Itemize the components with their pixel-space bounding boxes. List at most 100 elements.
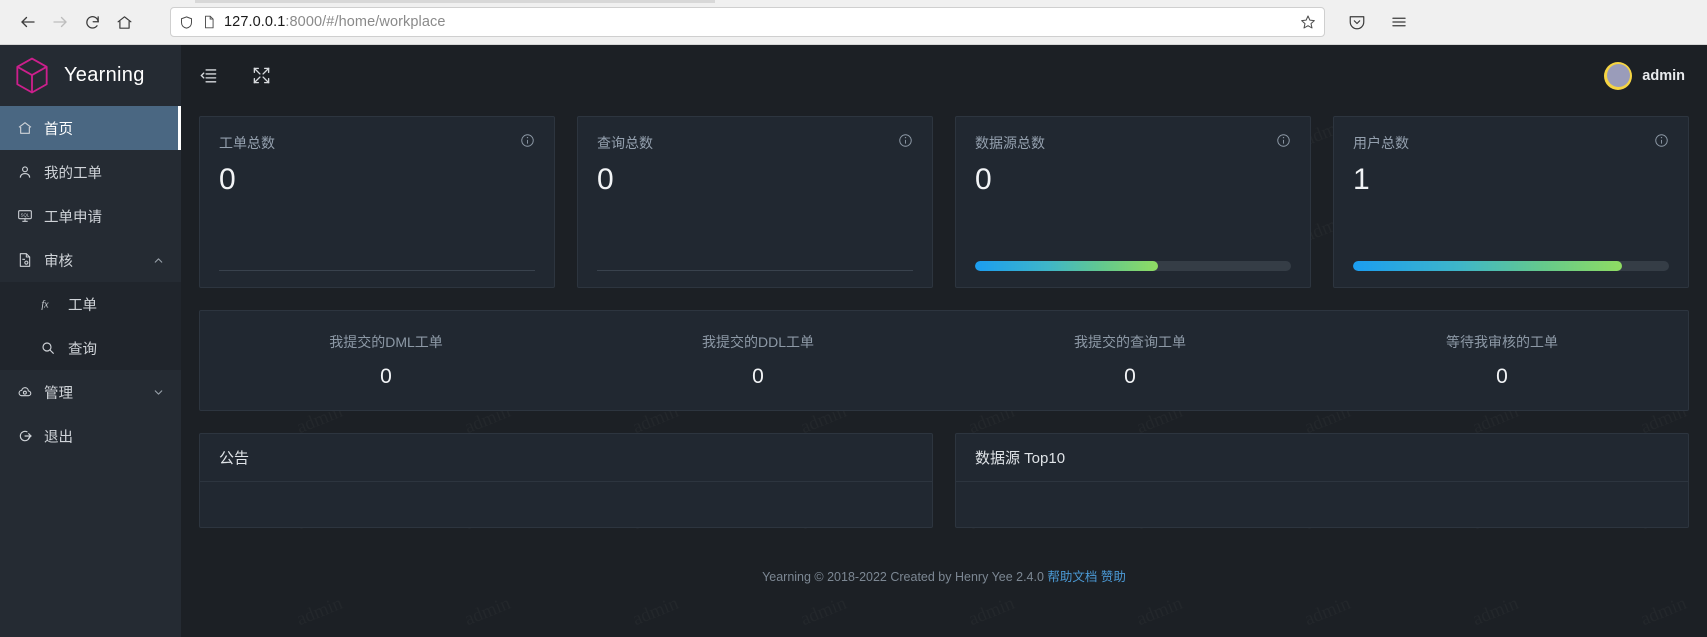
info-circle-icon[interactable] [1276,133,1291,148]
shield-icon [179,15,194,30]
counter-value: 0 [752,365,764,388]
sidebar-item-my-orders[interactable]: 我的工单 [0,150,181,194]
hamburger-menu-icon[interactable] [1383,6,1415,38]
svg-text:SQL: SQL [21,212,30,217]
panel-row: 公告 数据源 Top10 [199,433,1689,528]
page-icon [202,15,216,29]
panel-title: 公告 [200,434,932,482]
footer: Yearning © 2018-2022 Created by Henry Ye… [199,528,1689,585]
counter-label: 我提交的DML工单 [329,334,443,350]
forward-arrow-icon [44,6,76,38]
stat-card-header: 用户总数 [1353,133,1669,153]
counter-label: 等待我审核的工单 [1446,334,1558,350]
stat-title: 用户总数 [1353,135,1409,151]
cloud-gear-icon [17,384,33,400]
sidebar-item-order-apply[interactable]: SQL 工单申请 [0,194,181,238]
sidebar-item-audit-query[interactable]: 查询 [0,326,181,370]
stat-title: 查询总数 [597,135,653,151]
back-arrow-icon[interactable] [12,6,44,38]
counter-ddl-orders: 我提交的DDL工单 0 [572,332,944,389]
stat-card-footer [975,261,1291,287]
svg-text:fx: fx [41,299,49,310]
home-icon[interactable] [108,6,140,38]
pocket-icon[interactable] [1341,6,1373,38]
progress-bar-users [1353,261,1669,271]
user-name: admin [1642,67,1685,84]
app-root: adminadminadminadminadminadminadminadmin… [0,45,1707,637]
footer-link-sponsor[interactable]: 赞助 [1101,570,1126,584]
counter-label: 我提交的DDL工单 [701,334,814,350]
sidebar-item-label: 工单 [68,297,97,314]
info-circle-icon[interactable] [520,133,535,148]
counter-value: 0 [1496,365,1508,388]
stat-card-total-users: 用户总数 1 [1333,116,1689,288]
browser-chrome: 127.0.0.1:8000/#/home/workplace [0,0,1707,45]
progress-fill [975,261,1159,271]
divider [219,270,535,271]
sidebar-item-manage[interactable]: 管理 [0,370,181,414]
sidebar-item-logout[interactable]: 退出 [0,414,181,458]
fullscreen-icon[interactable] [252,66,271,85]
sidebar-item-label: 我的工单 [44,165,102,182]
sidebar-item-label: 管理 [44,385,73,402]
browser-tabstrip [195,0,715,3]
user-menu[interactable]: admin [1604,61,1685,90]
sidebar-submenu-audit: fx 工单 查询 [0,282,181,370]
sidebar-item-label: 退出 [44,429,73,446]
stat-value: 1 [1353,163,1370,196]
sidebar-item-audit-order[interactable]: fx 工单 [0,282,181,326]
info-circle-icon[interactable] [898,133,913,148]
counter-card: 我提交的DML工单 0 我提交的DDL工单 0 我提交的查询工单 0 等待我审核… [199,310,1689,411]
sidebar-nav: 首页 我的工单 SQL 工单申请 审核 fx 工单 查询 管理 退出 [0,106,181,458]
sidebar: Yearning 首页 我的工单 SQL 工单申请 审核 fx 工单 查询 管理… [0,45,181,637]
function-fx-icon: fx [40,296,56,312]
counter-pending-audit: 等待我审核的工单 0 [1316,332,1688,389]
stat-value: 0 [219,163,236,196]
info-circle-icon[interactable] [1654,133,1669,148]
progress-bar-datasources [975,261,1291,271]
star-icon[interactable] [1300,14,1316,30]
sidebar-item-home[interactable]: 首页 [0,106,181,150]
brand-logo-area[interactable]: Yearning [0,45,181,106]
sidebar-item-label: 审核 [44,253,73,270]
panel-body [200,482,932,527]
search-icon [40,340,56,356]
counter-label: 我提交的查询工单 [1074,334,1186,350]
url-bar[interactable]: 127.0.0.1:8000/#/home/workplace [170,7,1325,37]
panel-announcement: 公告 [199,433,933,528]
stat-title: 工单总数 [219,135,275,151]
browser-toolbar-right [1341,6,1415,38]
panel-body [956,482,1688,527]
stat-card-header: 数据源总数 [975,133,1291,153]
dashboard-content: 工单总数 0 查询总数 0 数据源总数 0 用户总数 1 我提交的DML工单 0… [181,106,1707,637]
stat-card-total-datasources: 数据源总数 0 [955,116,1311,288]
stat-card-footer [1353,261,1669,287]
sidebar-item-label: 工单申请 [44,209,102,226]
progress-fill [1353,261,1622,271]
main-area: admin 工单总数 0 查询总数 0 数据源总数 0 用户总数 1 我提交的D… [181,45,1707,637]
counter-value: 0 [1124,365,1136,388]
stat-card-total-orders: 工单总数 0 [199,116,555,288]
stat-title: 数据源总数 [975,135,1045,151]
user-icon [17,164,33,180]
stat-card-header: 工单总数 [219,133,535,153]
yearning-logo-icon [10,54,54,98]
chevron-down-icon [152,386,165,399]
reload-icon[interactable] [76,6,108,38]
avatar [1604,61,1633,90]
logout-icon [17,428,33,444]
stat-value: 0 [597,163,614,196]
stat-card-header: 查询总数 [597,133,913,153]
brand-name: Yearning [64,64,145,86]
home-icon [17,120,33,136]
footer-link-docs[interactable]: 帮助文档 [1047,570,1097,584]
sidebar-item-label: 首页 [44,121,73,138]
menu-fold-icon[interactable] [199,66,218,85]
counter-query-orders: 我提交的查询工单 0 [944,332,1316,389]
topbar: admin [181,45,1707,106]
sidebar-item-audit[interactable]: 审核 [0,238,181,282]
stat-card-total-queries: 查询总数 0 [577,116,933,288]
stat-card-row: 工单总数 0 查询总数 0 数据源总数 0 用户总数 1 [199,116,1689,288]
panel-title: 数据源 Top10 [956,434,1688,482]
stat-card-footer [597,270,913,287]
